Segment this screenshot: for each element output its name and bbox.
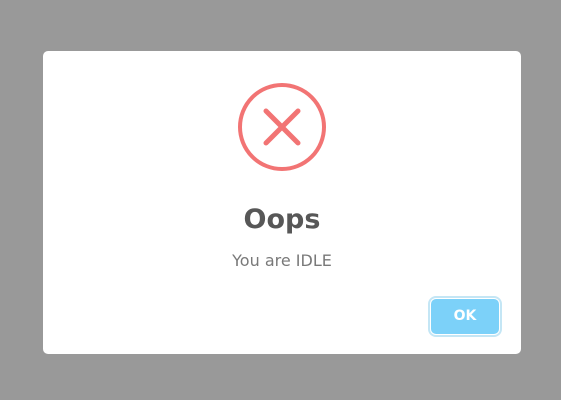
alert-dialog: Oops You are IDLE OK xyxy=(43,51,521,354)
ok-button[interactable]: OK xyxy=(431,299,499,334)
dialog-message: You are IDLE xyxy=(232,251,332,270)
dialog-title: Oops xyxy=(243,204,321,235)
error-x-icon xyxy=(237,82,327,172)
